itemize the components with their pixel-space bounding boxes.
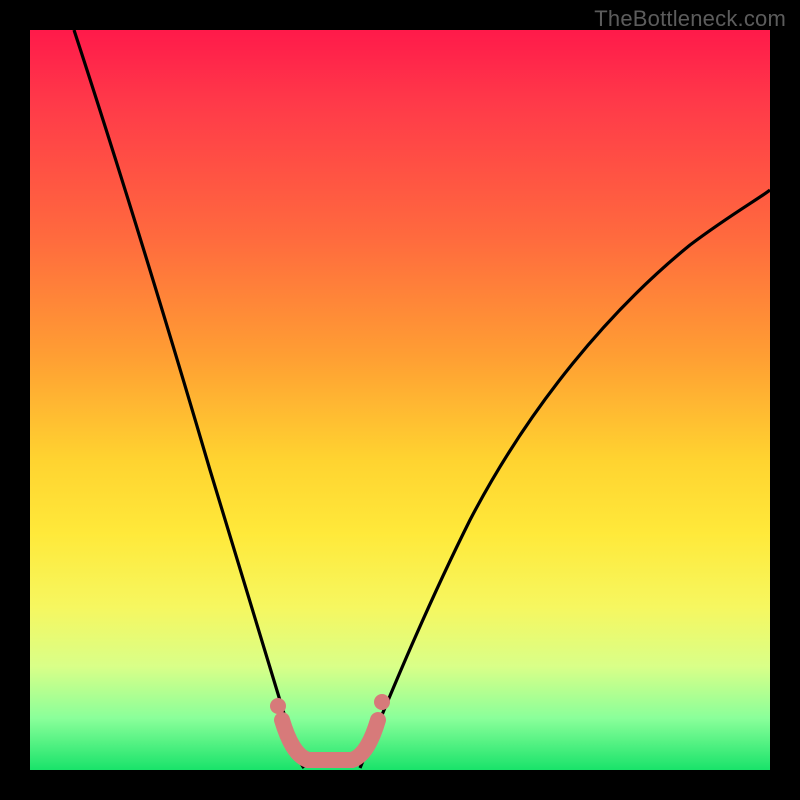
curves-svg xyxy=(30,30,770,770)
highlight-dot-left xyxy=(270,698,286,714)
plot-area xyxy=(30,30,770,770)
left-curve xyxy=(74,30,304,768)
right-curve xyxy=(360,190,770,768)
watermark-text: TheBottleneck.com xyxy=(594,6,786,32)
chart-frame: TheBottleneck.com xyxy=(0,0,800,800)
highlight-segment xyxy=(282,720,378,760)
highlight-dot-right xyxy=(374,694,390,710)
